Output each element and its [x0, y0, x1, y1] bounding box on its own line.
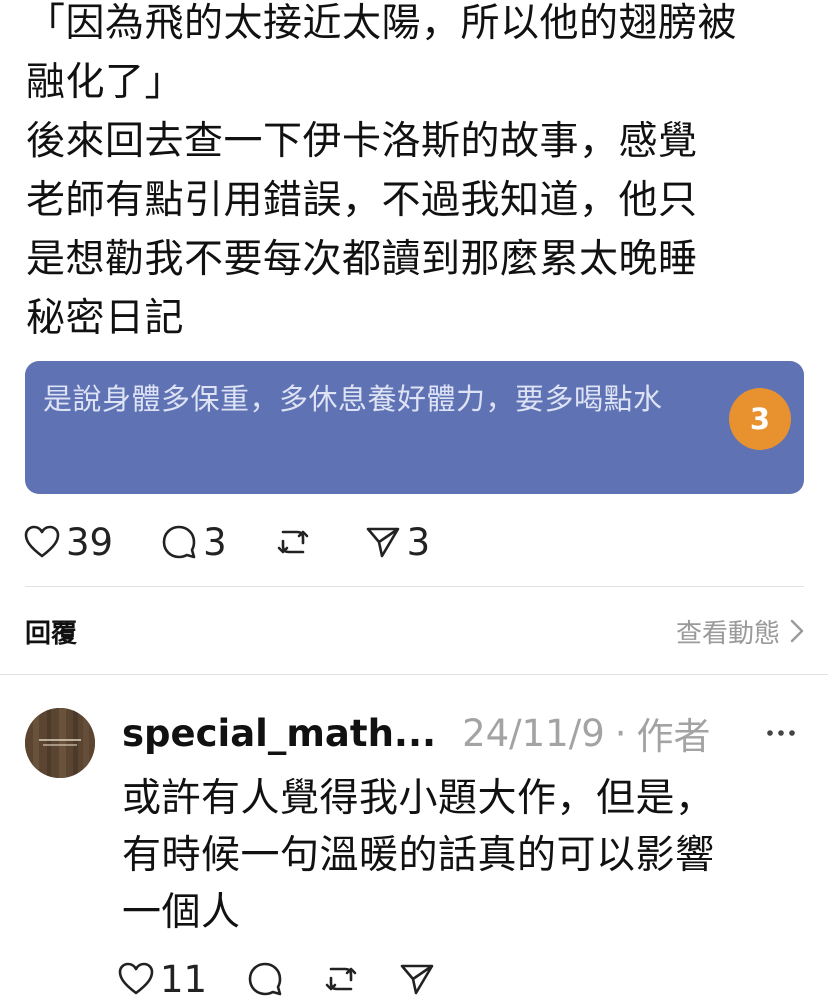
share-count: 3 [406, 520, 431, 564]
replies-label: 回覆 [25, 618, 78, 649]
share-button[interactable]: 3 [365, 520, 431, 564]
divider [0, 674, 828, 675]
more-dots-icon[interactable] [764, 716, 798, 750]
thread-page: 「因為飛的太接近太陽，所以他的翅膀被 融化了」 後來回去查一下伊卡洛斯的故事，感… [0, 0, 828, 1005]
comment-like-button[interactable]: 11 [118, 958, 207, 1001]
replies-bar: 回覆 查看動態 [25, 608, 804, 654]
quote-card[interactable]: 是說身體多保重，多休息養好體力，要多喝點水 3 [25, 361, 804, 494]
comment-reply-button[interactable] [247, 961, 283, 997]
view-activity-link[interactable]: 查看動態 [676, 613, 804, 650]
comment-count: 3 [203, 520, 227, 564]
like-button[interactable]: 39 [24, 521, 113, 564]
comment-header: special_math... 24/11/9 · 作者 [122, 706, 802, 760]
post-body-text: 「因為飛的太接近太陽，所以他的翅膀被 融化了」 後來回去查一下伊卡洛斯的故事，感… [26, 1, 738, 341]
send-icon [366, 527, 399, 558]
view-activity-label: 查看動態 [675, 618, 780, 649]
chevron-right-icon [790, 619, 804, 643]
avatar-image [25, 708, 95, 778]
heart-icon [24, 525, 60, 558]
comment-bubble-icon [162, 525, 196, 559]
repost-button[interactable] [275, 524, 317, 560]
repost-icon [277, 530, 308, 554]
author-tag: 作者 [636, 715, 711, 758]
quote-card-text: 是說身體多保重，多休息養好體力，要多喝點水 [43, 382, 663, 416]
repost-icon [325, 967, 357, 991]
quote-card-badge: 3 [729, 388, 791, 450]
heart-icon [118, 962, 154, 995]
post-action-bar: 39 3 3 [24, 518, 478, 566]
comment-username[interactable]: special_math... [122, 712, 436, 755]
send-icon [400, 964, 434, 995]
divider [25, 586, 804, 587]
like-count: 39 [66, 520, 114, 564]
comment-like-count: 11 [160, 957, 208, 1001]
comment-separator: · [614, 711, 627, 755]
comment-bubble-icon [248, 962, 282, 996]
comment-button[interactable]: 3 [161, 521, 227, 564]
comment-body-text: 或許有人覺得我小題大作，但是， 有時候一句溫暖的話真的可以影響 一個人 [122, 776, 715, 935]
avatar[interactable] [25, 708, 95, 778]
comment-action-bar: 11 [118, 956, 475, 1002]
comment-date: 24/11/9 [462, 711, 605, 755]
comment-share-button[interactable] [399, 961, 435, 997]
comment-repost-button[interactable] [323, 961, 359, 997]
